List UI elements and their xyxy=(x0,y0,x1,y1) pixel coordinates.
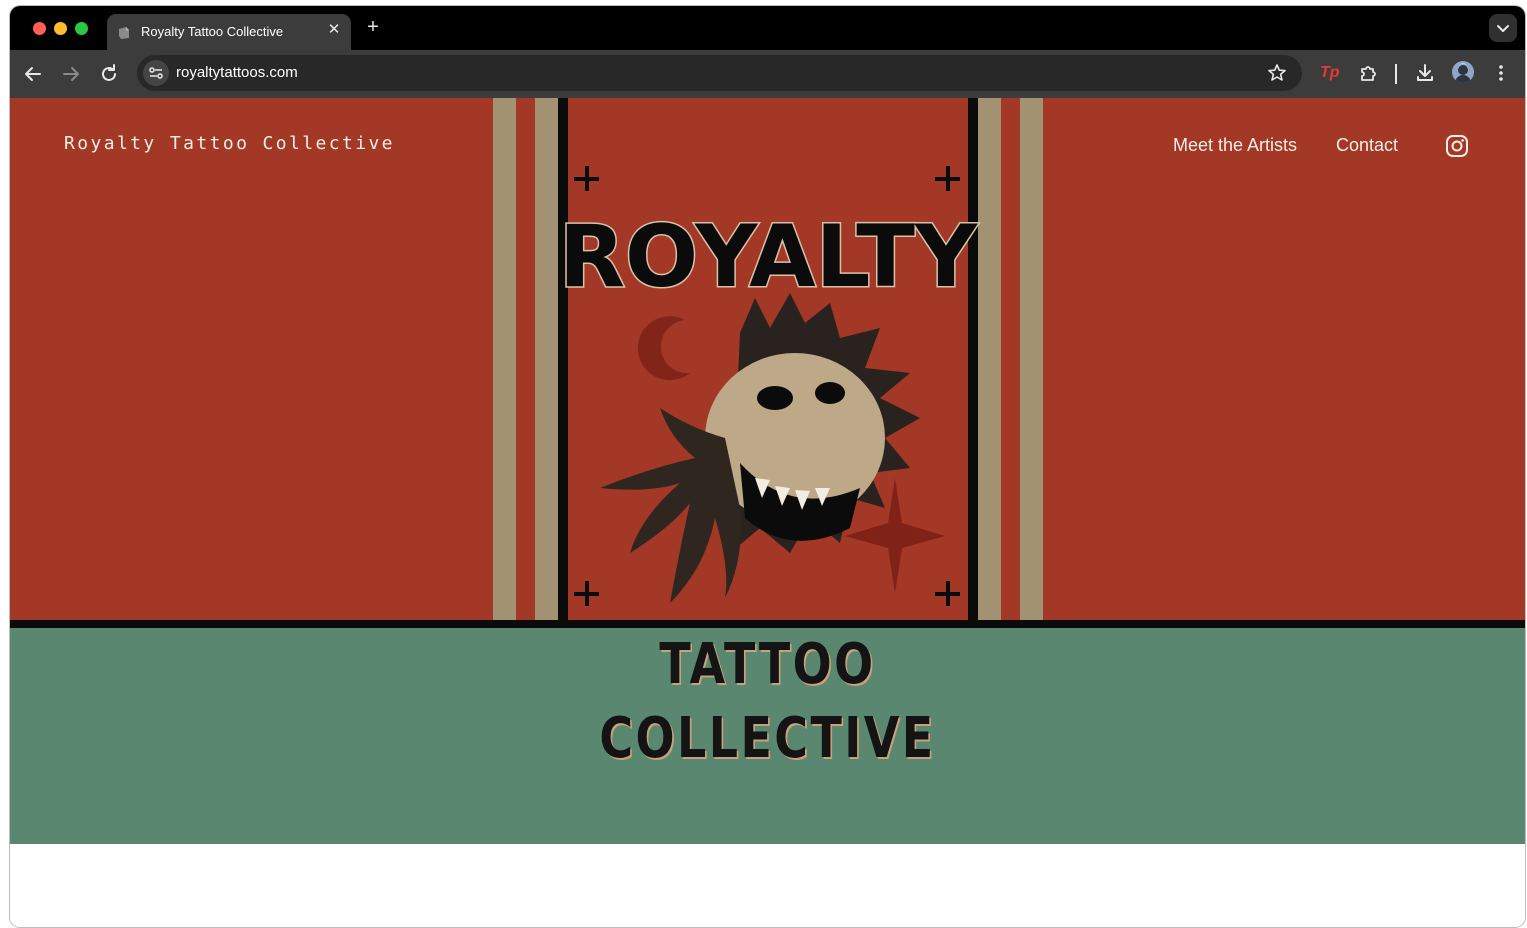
url-text[interactable]: royaltytattoos.com xyxy=(176,64,298,81)
logo-text: ROYALTY xyxy=(559,207,979,307)
profile-icon xyxy=(1455,63,1471,83)
download-icon[interactable] xyxy=(1414,62,1436,84)
close-icon[interactable]: ✕ xyxy=(326,22,342,38)
instagram-icon[interactable] xyxy=(1445,134,1469,158)
site-settings-icon xyxy=(149,67,163,79)
extensions-icon[interactable] xyxy=(1358,62,1380,84)
star-icon[interactable] xyxy=(1267,63,1287,83)
close-window-button[interactable] xyxy=(33,22,46,35)
browser-toolbar: royaltytattoos.com Tp xyxy=(10,50,1525,98)
browser-window: Royalty Tattoo Collective ✕ + royaltytat… xyxy=(10,6,1525,927)
extension-tp-icon[interactable]: Tp xyxy=(1320,62,1344,84)
site-brand-link[interactable]: Royalty Tattoo Collective xyxy=(64,133,395,154)
tab-bar: Royalty Tattoo Collective ✕ + xyxy=(10,6,1525,50)
plus-icon[interactable]: + xyxy=(363,17,383,37)
toolbar-divider xyxy=(1395,64,1397,84)
maximize-window-button[interactable] xyxy=(75,22,88,35)
royalty-logo-illustration: ROYALTY xyxy=(493,98,1043,620)
kebab-menu-icon[interactable] xyxy=(1490,62,1512,84)
page-viewport: ROYALTY Royalty Tattoo Collective Meet t… xyxy=(10,98,1525,927)
reload-icon[interactable] xyxy=(97,62,121,86)
hero-divider xyxy=(10,620,1525,628)
avatar[interactable] xyxy=(1452,61,1474,83)
forward-arrow-icon[interactable] xyxy=(59,62,83,86)
nav-contact[interactable]: Contact xyxy=(1336,135,1398,156)
favicon-icon xyxy=(119,27,129,39)
wordmark-line-1: TATTOO xyxy=(659,632,876,697)
site-settings-button[interactable] xyxy=(143,60,169,86)
chevron-down-icon xyxy=(1497,25,1509,32)
nav-meet-the-artists[interactable]: Meet the Artists xyxy=(1173,135,1297,156)
tab-search-button[interactable] xyxy=(1489,14,1517,42)
wordmark-line-2: COLLECTIVE xyxy=(599,706,936,771)
tab-title: Royalty Tattoo Collective xyxy=(141,24,284,39)
browser-tab-active[interactable]: Royalty Tattoo Collective ✕ xyxy=(107,14,351,50)
address-bar[interactable]: royaltytattoos.com xyxy=(137,55,1302,91)
back-arrow-icon[interactable] xyxy=(21,62,45,86)
minimize-window-button[interactable] xyxy=(54,22,67,35)
